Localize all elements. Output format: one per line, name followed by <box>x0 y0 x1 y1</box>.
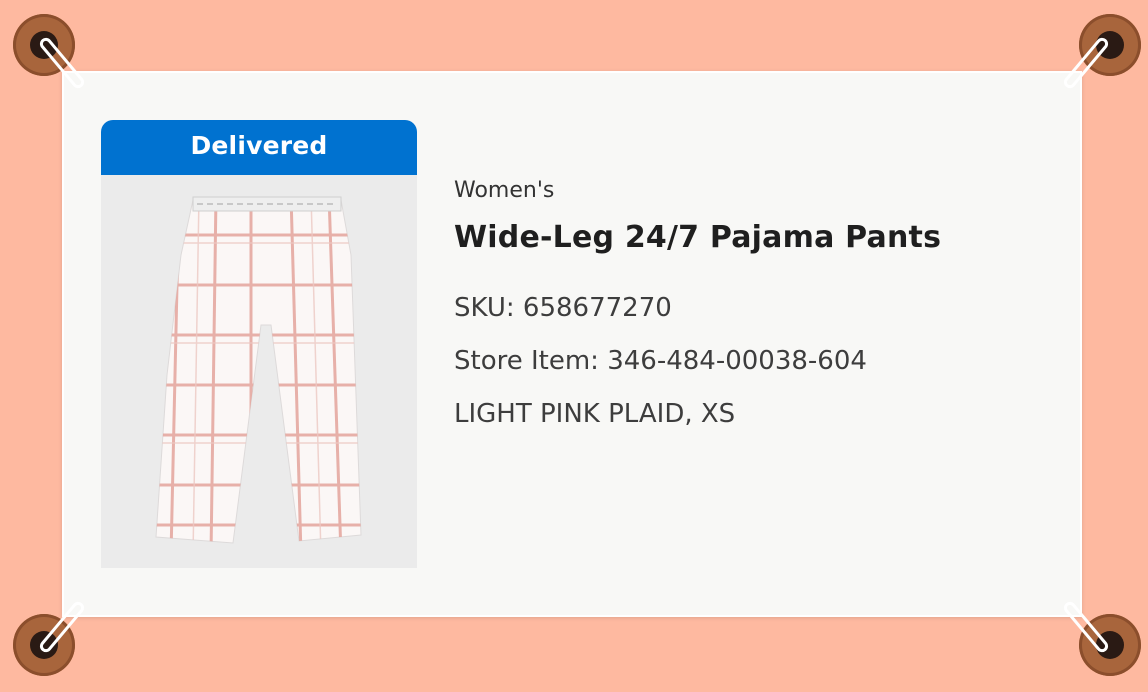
product-title[interactable]: Wide-Leg 24/7 Pajama Pants <box>454 220 941 255</box>
product-image[interactable]: Delivered <box>101 120 417 568</box>
order-item-card: Delivered Women's Wide-Leg 24/7 Pajama P… <box>62 71 1082 617</box>
pajama-pants-photo <box>155 196 362 544</box>
product-variant: LIGHT PINK PLAID, XS <box>454 399 736 429</box>
product-details: SKU: 658677270 Store Item: 346-484-00038… <box>454 282 941 441</box>
status-badge: Delivered <box>101 120 417 175</box>
store-item-number: Store Item: 346-484-00038-604 <box>454 346 867 376</box>
product-info: Women's Wide-Leg 24/7 Pajama Pants SKU: … <box>454 178 941 441</box>
product-category: Women's <box>454 178 555 203</box>
product-sku: SKU: 658677270 <box>454 293 672 323</box>
